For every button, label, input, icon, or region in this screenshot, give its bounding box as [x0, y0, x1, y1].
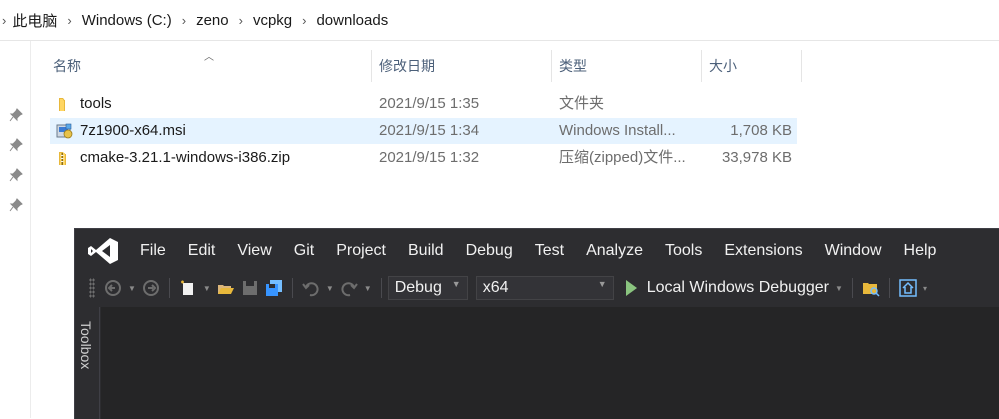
breadcrumb-chevron-icon[interactable]: ›: [182, 13, 186, 28]
start-debugging-button[interactable]: Local Windows Debugger ▼: [625, 279, 846, 297]
dropdown-arrow-icon[interactable]: ▼: [364, 284, 372, 293]
solution-platform-dropdown[interactable]: x64 ▼: [475, 276, 614, 300]
play-icon: [625, 280, 637, 296]
configuration-value: Debug: [394, 279, 442, 296]
dropdown-arrow-icon[interactable]: ▼: [835, 284, 843, 293]
file-size: 33,978 KB: [721, 149, 792, 166]
column-divider[interactable]: [801, 50, 802, 82]
toolbar-separator: [380, 278, 382, 298]
menu-git[interactable]: Git: [283, 229, 325, 273]
breadcrumb-chevron-icon[interactable]: ›: [2, 13, 6, 28]
undo-icon[interactable]: [302, 279, 320, 297]
vs-menu-bar: File Edit View Git Project Build Debug T…: [75, 229, 999, 273]
file-type: 压缩(zipped)文件...: [559, 149, 686, 166]
toolbox-tab-strip: Toolbox: [75, 307, 100, 419]
file-name: cmake-3.21.1-windows-i386.zip: [80, 149, 291, 166]
toolbar-overflow-icon[interactable]: ▾: [923, 284, 927, 293]
file-date: 2021/9/15 1:35: [379, 95, 480, 112]
dropdown-arrow-icon[interactable]: ▼: [203, 284, 211, 293]
navigate-back-icon[interactable]: [104, 279, 122, 297]
column-divider[interactable]: [371, 50, 372, 82]
breadcrumb-downloads[interactable]: downloads: [316, 12, 388, 29]
column-header-size[interactable]: 大小: [706, 50, 737, 82]
save-icon[interactable]: [241, 279, 259, 297]
file-list-header: ︿ 名称 修改日期 类型 大小: [50, 50, 802, 82]
menu-project[interactable]: Project: [325, 229, 397, 273]
menu-window[interactable]: Window: [814, 229, 893, 273]
open-file-icon[interactable]: [217, 279, 235, 297]
breadcrumb-chevron-icon[interactable]: ›: [67, 13, 71, 28]
vs-standard-toolbar: ▼ ▼ ▼ ▼ Debug ▼ x64 ▼ Local Windows Debu…: [75, 273, 999, 303]
file-size: 1,708 KB: [730, 122, 792, 139]
save-all-icon[interactable]: [265, 279, 283, 297]
editor-area: [101, 307, 999, 419]
column-divider[interactable]: [551, 50, 552, 82]
pin-icon[interactable]: [9, 108, 23, 122]
dropdown-arrow-icon[interactable]: ▼: [326, 284, 334, 293]
browse-folder-icon[interactable]: [862, 279, 880, 297]
column-header-name[interactable]: 名称: [50, 50, 81, 82]
menu-help[interactable]: Help: [893, 229, 948, 273]
pin-icon[interactable]: [9, 168, 23, 182]
toolbar-separator: [291, 278, 293, 298]
platform-value: x64: [482, 279, 509, 296]
chevron-down-icon: ▼: [597, 279, 607, 289]
menu-analyze[interactable]: Analyze: [575, 229, 654, 273]
toolbar-grip[interactable]: [89, 278, 95, 298]
file-type: Windows Install...: [559, 122, 676, 139]
file-name: 7z1900-x64.msi: [80, 122, 186, 139]
breadcrumb-chevron-icon[interactable]: ›: [302, 13, 306, 28]
chevron-down-icon: ▼: [451, 279, 461, 289]
msi-installer-icon: [56, 123, 73, 139]
column-header-type[interactable]: 类型: [556, 50, 587, 82]
breadcrumb-this-pc[interactable]: 此电脑: [12, 10, 57, 31]
folder-icon: [59, 98, 65, 111]
file-row-7z-msi[interactable]: 7z1900-x64.msi 2021/9/15 1:34 Windows In…: [50, 118, 797, 144]
column-header-date[interactable]: 修改日期: [376, 50, 435, 82]
breadcrumb-chevron-icon[interactable]: ›: [239, 13, 243, 28]
sort-ascending-icon: ︿: [204, 52, 214, 63]
run-target-label: Local Windows Debugger: [646, 279, 830, 296]
visual-studio-logo-icon[interactable]: [87, 237, 119, 265]
menu-file[interactable]: File: [129, 229, 177, 273]
toolbar-separator: [851, 278, 853, 298]
pin-icon[interactable]: [9, 198, 23, 212]
new-project-icon[interactable]: [179, 279, 197, 297]
menu-debug[interactable]: Debug: [455, 229, 524, 273]
toolbar-separator: [168, 278, 170, 298]
pin-icon[interactable]: [9, 138, 23, 152]
navigate-forward-icon[interactable]: [142, 279, 160, 297]
toolbox-tab[interactable]: Toolbox: [78, 321, 94, 369]
file-date: 2021/9/15 1:34: [379, 122, 480, 139]
menu-test[interactable]: Test: [524, 229, 575, 273]
file-row-tools[interactable]: tools 2021/9/15 1:35 文件夹: [50, 91, 797, 117]
menu-view[interactable]: View: [226, 229, 282, 273]
column-divider[interactable]: [701, 50, 702, 82]
solution-configuration-dropdown[interactable]: Debug ▼: [387, 276, 468, 300]
file-row-cmake-zip[interactable]: cmake-3.21.1-windows-i386.zip 2021/9/15 …: [50, 145, 797, 171]
navigation-pane: [0, 41, 31, 418]
zip-folder-icon: [59, 152, 66, 165]
menu-edit[interactable]: Edit: [177, 229, 227, 273]
breadcrumb-drive-c[interactable]: Windows (C:): [82, 12, 172, 29]
breadcrumb-zeno[interactable]: zeno: [196, 12, 229, 29]
toolbar-separator: [888, 278, 890, 298]
menu-extensions[interactable]: Extensions: [713, 229, 813, 273]
menu-build[interactable]: Build: [397, 229, 455, 273]
file-type: 文件夹: [559, 95, 605, 112]
visual-studio-window: File Edit View Git Project Build Debug T…: [74, 228, 999, 419]
file-name: tools: [80, 95, 112, 112]
breadcrumb-vcpkg[interactable]: vcpkg: [253, 12, 292, 29]
home-icon[interactable]: [899, 279, 917, 297]
redo-icon[interactable]: [340, 279, 358, 297]
address-breadcrumb: › 此电脑 › Windows (C:) › zeno › vcpkg › do…: [0, 0, 999, 41]
dropdown-arrow-icon[interactable]: ▼: [128, 284, 136, 293]
file-date: 2021/9/15 1:32: [379, 149, 480, 166]
file-size: [706, 91, 792, 117]
menu-tools[interactable]: Tools: [654, 229, 713, 273]
